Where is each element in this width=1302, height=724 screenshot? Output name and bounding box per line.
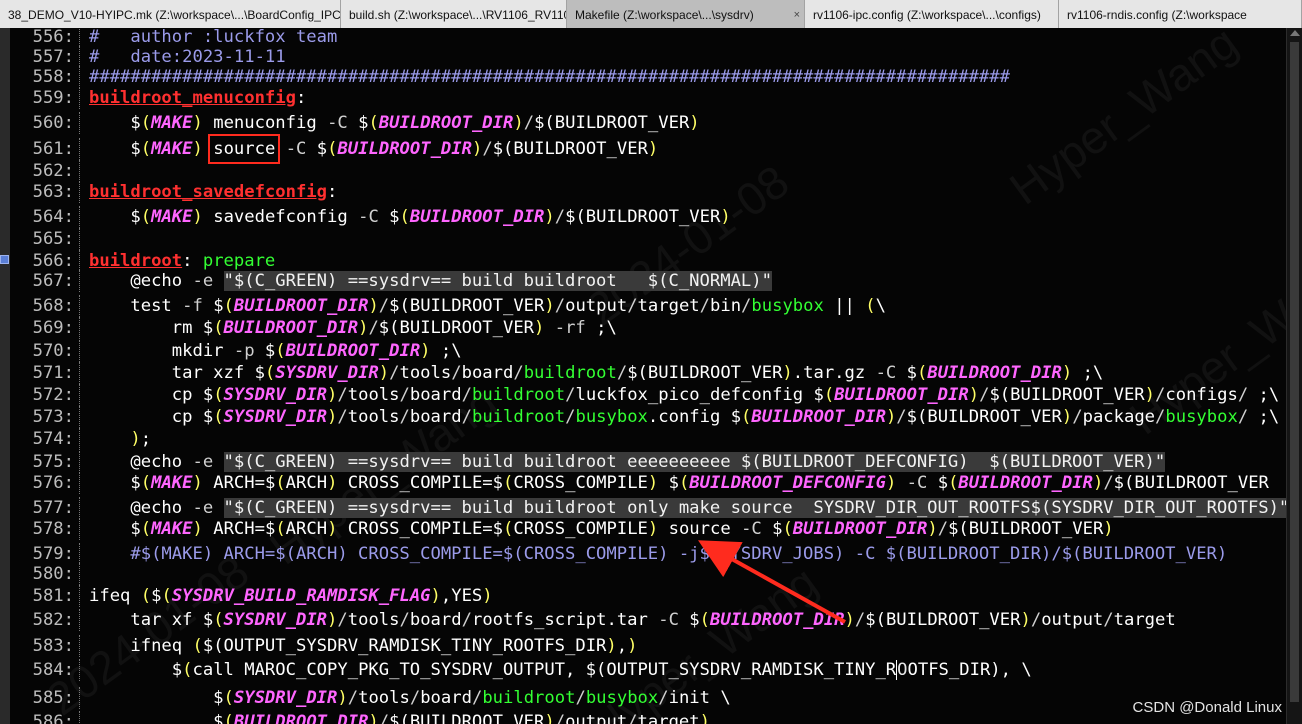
credit-text: CSDN @Donald Linux <box>1132 699 1282 716</box>
arrow-line <box>698 540 846 624</box>
annotation-arrow <box>698 540 846 624</box>
